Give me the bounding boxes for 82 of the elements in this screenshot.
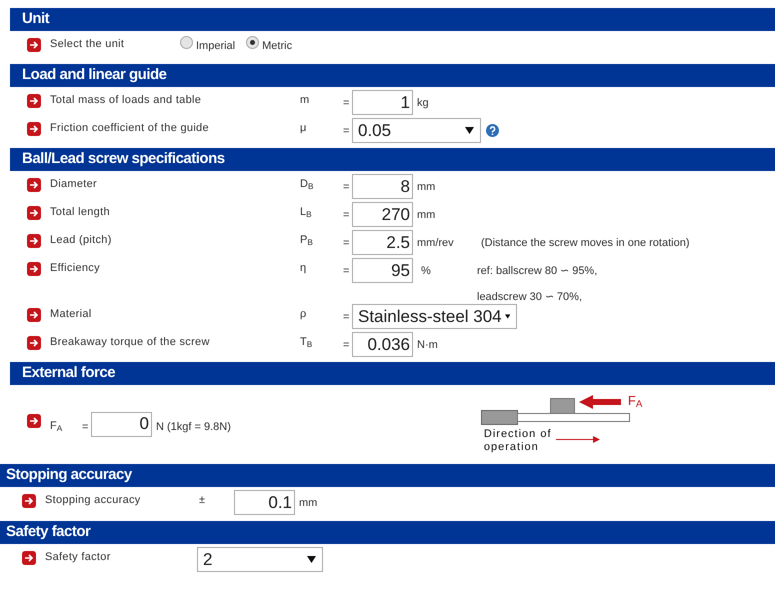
input-field[interactable]: 0 (91, 412, 152, 436)
note-text: ref: ballscrew 80 ∽ 95%, (477, 264, 598, 278)
unit-label: kg (417, 96, 430, 110)
equals-sign: = (343, 310, 350, 324)
radio-label: Metric (262, 39, 292, 53)
symbol-label: ρ (300, 307, 308, 321)
arrow-icon (27, 94, 41, 108)
symbol-label: P$_{B}$ (300, 233, 314, 247)
section-header: Ball/Lead screw specifications (10, 148, 775, 171)
symbol-label: ± (199, 493, 206, 507)
field-label: Stopping accuracy (45, 493, 142, 507)
radio-button[interactable] (180, 36, 193, 49)
input-field[interactable]: 2.5 (352, 230, 413, 255)
arrow-icon (27, 234, 41, 248)
arrow-icon (27, 206, 41, 220)
unit-label: N (1kgf = 9.8N) (156, 420, 231, 434)
arrow-icon (27, 336, 41, 350)
arrow-icon (27, 262, 41, 276)
field-label: Safety factor (45, 550, 112, 564)
field-label: Material (50, 307, 93, 321)
radio-button[interactable] (246, 36, 260, 49)
arrow-icon (27, 414, 41, 428)
section-header: Load and linear guide (10, 64, 775, 87)
arrow-icon (22, 494, 36, 508)
field-label: Breakaway torque of the screw (50, 335, 211, 349)
symbol-label: T$_{B}$ (300, 335, 314, 349)
input-field[interactable]: 0.1 (234, 490, 295, 515)
unit-label: mm (417, 208, 436, 222)
dropdown[interactable]: 0.05 (352, 118, 481, 143)
direction-arrow (556, 436, 600, 443)
section-header: Stopping accuracy (0, 464, 775, 487)
unit-label: N·m (417, 338, 439, 352)
symbol-label: μ (300, 121, 308, 135)
caret-icon (504, 313, 510, 320)
field-label: Select the unit (50, 37, 126, 51)
unit-label: mm/rev (417, 236, 455, 250)
arrow-icon (27, 178, 41, 192)
field-label: Total length (50, 205, 111, 219)
symbol-label: D$_{B}$ (300, 177, 314, 191)
field-label: Efficiency (50, 261, 101, 275)
help-icon[interactable] (486, 124, 499, 137)
dropdown[interactable]: 2 (197, 547, 323, 572)
input-field[interactable]: 0.036 (352, 332, 413, 357)
section-header: Unit (10, 8, 775, 31)
section-header: External force (10, 362, 775, 385)
note-text: (Distance the screw moves in one rotation) (481, 236, 690, 250)
equals-sign: = (343, 208, 350, 222)
field-label: Diameter (50, 177, 98, 191)
equals-sign: = (343, 264, 350, 278)
equals-sign: = (343, 236, 350, 250)
input-field[interactable]: 8 (352, 174, 413, 199)
dropdown[interactable]: Stainless-steel 304 (352, 304, 517, 329)
radio-label: Imperial (196, 39, 236, 53)
unit-label: % (421, 264, 432, 278)
force-label: F$_{A}$ (628, 393, 642, 408)
section-header: Safety factor (0, 521, 775, 544)
field-label: Total mass of loads and table (50, 93, 202, 107)
field-label: Friction coefficient of the guide (50, 121, 210, 135)
field-label: Lead (pitch) (50, 233, 113, 247)
caret-icon (465, 127, 474, 134)
arrow-icon (27, 38, 41, 52)
equals-sign: = (343, 338, 350, 352)
symbol-label: F$_{A}$ (50, 418, 64, 432)
force-arrow (578, 395, 621, 409)
equals-sign: = (343, 124, 350, 138)
arrow-icon (22, 551, 36, 565)
equals-sign: = (343, 96, 350, 110)
symbol-label: η (300, 261, 308, 275)
note-text: leadscrew 30 ∽ 70%, (477, 290, 583, 304)
input-field[interactable]: 1 (352, 90, 413, 115)
equals-sign: = (82, 420, 90, 434)
symbol-label: L$_{B}$ (300, 205, 313, 219)
symbol-label: m (300, 93, 310, 107)
input-field[interactable]: 270 (352, 202, 413, 227)
unit-label: mm (299, 496, 318, 510)
input-field[interactable]: 95 (352, 258, 413, 283)
arrow-icon (27, 308, 41, 322)
direction-label: Direction of operation (484, 428, 553, 454)
equals-sign: = (343, 180, 350, 194)
unit-label: mm (417, 180, 436, 194)
arrow-icon (27, 122, 41, 136)
caret-icon (307, 556, 316, 563)
